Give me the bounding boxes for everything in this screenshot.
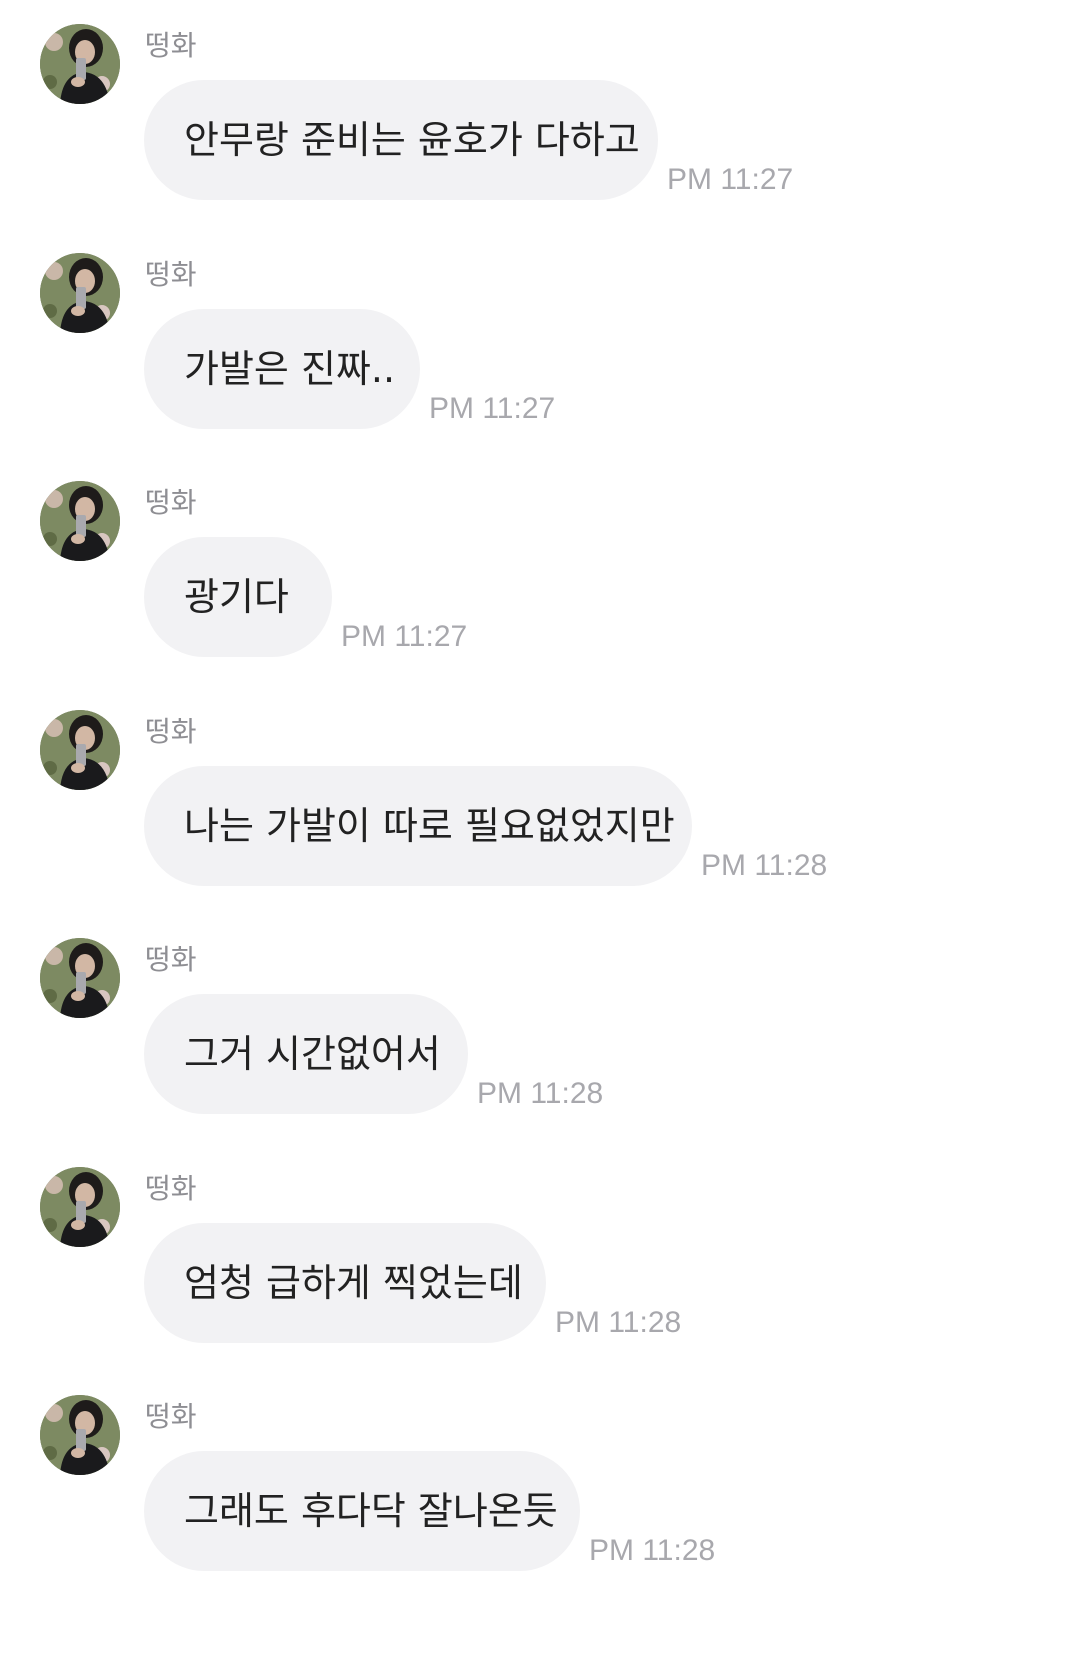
message-timestamp: PM 11:28 bbox=[589, 1534, 716, 1567]
message-bubble[interactable]: 나는 가발이 따로 필요없었지만 bbox=[144, 766, 692, 886]
sender-name: 떵화 bbox=[145, 943, 197, 976]
message-timestamp: PM 11:28 bbox=[477, 1077, 604, 1110]
sender-name: 떵화 bbox=[145, 1172, 197, 1205]
chat-message: 떵화 안무랑 준비는 윤호가 다하고 PM 11:27 bbox=[0, 0, 1073, 200]
sender-avatar[interactable] bbox=[40, 481, 120, 561]
sender-avatar[interactable] bbox=[40, 253, 120, 333]
message-timestamp: PM 11:27 bbox=[341, 620, 468, 653]
sender-avatar[interactable] bbox=[40, 24, 120, 104]
sender-name: 떵화 bbox=[145, 1400, 197, 1433]
message-timestamp: PM 11:28 bbox=[555, 1306, 682, 1339]
sender-avatar[interactable] bbox=[40, 1395, 120, 1475]
chat-message: 떵화 그래도 후다닥 잘나온듯 PM 11:28 bbox=[0, 1371, 1073, 1571]
sender-name: 떵화 bbox=[145, 29, 197, 62]
message-bubble[interactable]: 그거 시간없어서 bbox=[144, 994, 468, 1114]
chat-message: 떵화 광기다 PM 11:27 bbox=[0, 457, 1073, 657]
chat-message: 떵화 그거 시간없어서 PM 11:28 bbox=[0, 914, 1073, 1114]
chat-message: 떵화 가발은 진짜.. PM 11:27 bbox=[0, 229, 1073, 429]
message-bubble[interactable]: 엄청 급하게 찍었는데 bbox=[144, 1223, 546, 1343]
sender-name: 떵화 bbox=[145, 715, 197, 748]
chat-message: 떵화 나는 가발이 따로 필요없었지만 PM 11:28 bbox=[0, 686, 1073, 886]
chat-message: 떵화 엄청 급하게 찍었는데 PM 11:28 bbox=[0, 1143, 1073, 1343]
chat-message-list[interactable]: 떵화 안무랑 준비는 윤호가 다하고 PM 11:27 떵화 가발은 진짜.. … bbox=[0, 0, 1073, 1667]
sender-avatar[interactable] bbox=[40, 710, 120, 790]
message-bubble[interactable]: 가발은 진짜.. bbox=[144, 309, 420, 429]
message-timestamp: PM 11:27 bbox=[667, 163, 794, 196]
sender-name: 떵화 bbox=[145, 486, 197, 519]
message-bubble[interactable]: 안무랑 준비는 윤호가 다하고 bbox=[144, 80, 658, 200]
sender-avatar[interactable] bbox=[40, 1167, 120, 1247]
sender-avatar[interactable] bbox=[40, 938, 120, 1018]
message-timestamp: PM 11:27 bbox=[429, 392, 556, 425]
message-timestamp: PM 11:28 bbox=[701, 849, 828, 882]
message-bubble[interactable]: 그래도 후다닥 잘나온듯 bbox=[144, 1451, 580, 1571]
sender-name: 떵화 bbox=[145, 258, 197, 291]
message-bubble[interactable]: 광기다 bbox=[144, 537, 332, 657]
